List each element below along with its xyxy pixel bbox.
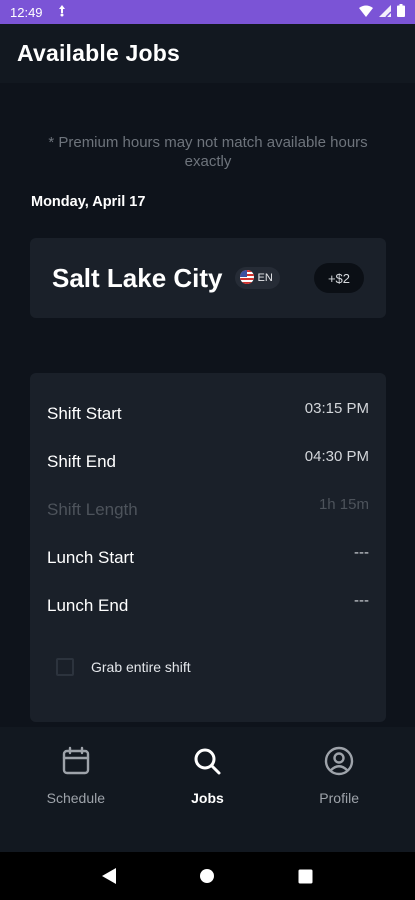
shift-start-value: 03:15 PM — [304, 400, 369, 417]
shift-end-value: 04:30 PM — [304, 448, 369, 465]
nav-label-profile: Profile — [319, 790, 359, 806]
user-circle-icon — [323, 745, 355, 782]
date-label: Monday, April 17 — [31, 194, 146, 210]
lunch-end-value: --- — [354, 592, 369, 609]
shift-length-row: Shift Length 1h 15m — [47, 496, 369, 520]
page-title: Available Jobs — [17, 40, 181, 66]
search-icon — [191, 745, 223, 782]
shift-end-row: Shift End 04:30 PM — [47, 448, 369, 472]
recents-icon[interactable] — [286, 856, 326, 896]
nav-label-schedule: Schedule — [46, 790, 106, 806]
cell-signal-icon — [379, 4, 392, 20]
grab-entire-shift-row[interactable]: Grab entire shift — [56, 658, 191, 676]
location-card[interactable]: Salt Lake City EN +$2 — [30, 238, 386, 318]
shift-details-card: Shift Start 03:15 PM Shift End 04:30 PM … — [30, 373, 386, 722]
battery-icon — [397, 4, 405, 20]
premium-badge: +$2 — [314, 263, 364, 293]
status-time: 12:49 — [10, 4, 43, 20]
nav-item-jobs[interactable]: Jobs — [152, 727, 262, 852]
lunch-end-label: Lunch End — [47, 596, 129, 615]
wifi-icon — [359, 5, 373, 20]
lunch-end-row: Lunch End --- — [47, 592, 369, 616]
shift-end-label: Shift End — [47, 452, 116, 471]
nav-item-schedule[interactable]: Schedule — [21, 727, 131, 852]
home-icon[interactable] — [187, 856, 227, 896]
premium-hours-notice: * Premium hours may not match available … — [48, 134, 368, 170]
nav-label-jobs: Jobs — [191, 790, 224, 806]
us-flag-icon — [239, 269, 254, 287]
shift-start-row: Shift Start 03:15 PM — [47, 400, 369, 424]
grab-entire-shift-label: Grab entire shift — [91, 659, 191, 675]
shift-start-label: Shift Start — [47, 404, 122, 423]
grab-entire-shift-checkbox[interactable] — [56, 658, 74, 676]
system-nav-bar — [0, 852, 415, 900]
app-header: Available Jobs — [0, 24, 415, 83]
lunch-start-row: Lunch Start --- — [47, 544, 369, 568]
lunch-start-label: Lunch Start — [47, 548, 134, 567]
status-bar: 12:49 — [0, 0, 415, 24]
shift-length-label: Shift Length — [47, 500, 138, 519]
city-name: Salt Lake City — [52, 262, 223, 293]
lunch-start-value: --- — [354, 544, 369, 561]
calendar-icon — [60, 745, 92, 782]
language-badge: EN — [234, 267, 280, 289]
shift-length-value: 1h 15m — [318, 496, 369, 513]
notification-icon — [57, 4, 67, 20]
back-icon[interactable] — [89, 856, 129, 896]
nav-item-profile[interactable]: Profile — [284, 727, 394, 852]
bottom-nav: Schedule Jobs Profile — [0, 727, 415, 852]
language-code: EN — [257, 272, 273, 284]
